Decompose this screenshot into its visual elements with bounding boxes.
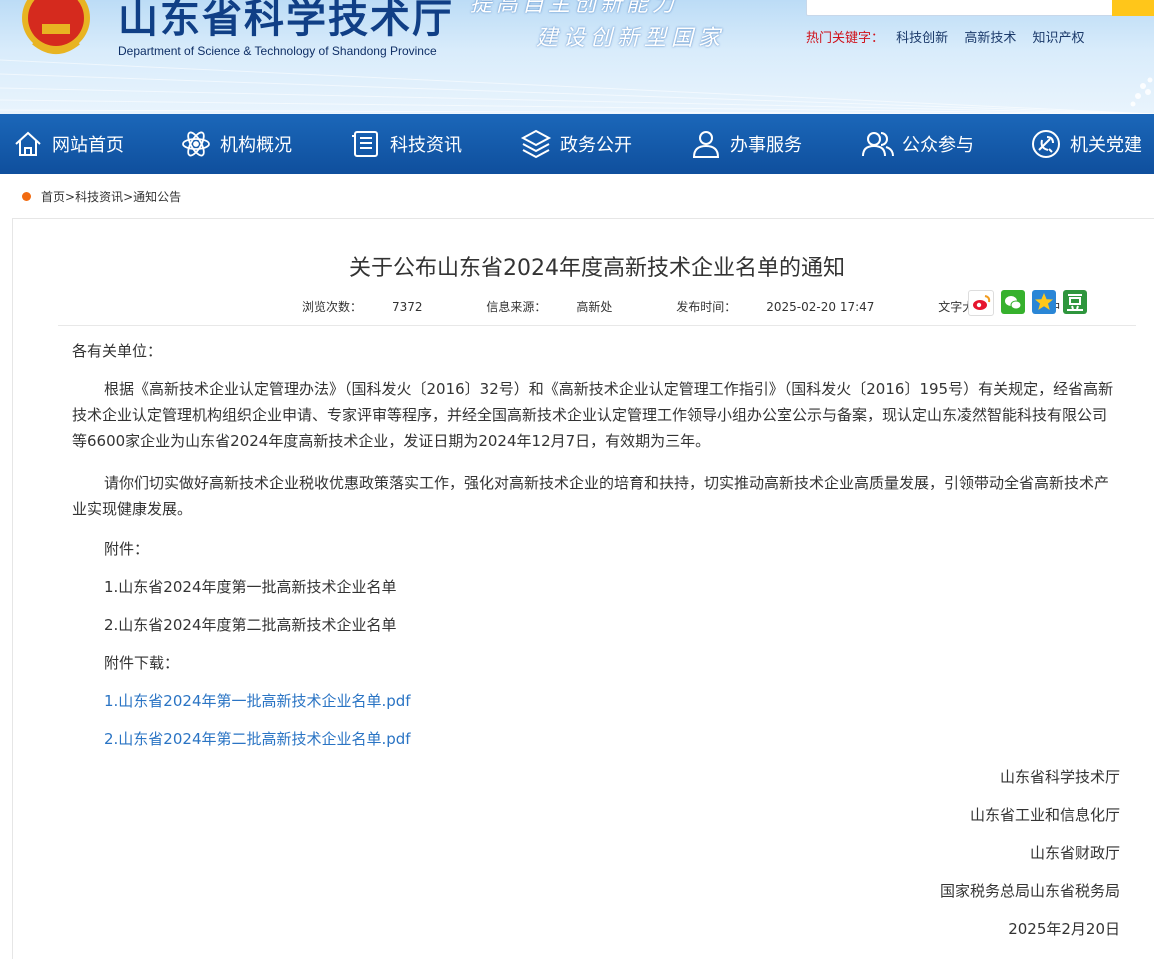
party-icon <box>1032 130 1060 158</box>
hot-keywords: 热门关键字： 科技创新 高新技术 知识产权 <box>806 27 1096 46</box>
nav-item-label: 机构概况 <box>220 135 292 156</box>
signature-issuer: 山东省科学技术厅 <box>999 768 1120 786</box>
hot-keyword-link[interactable]: 科技创新 <box>896 31 948 46</box>
download-link[interactable]: 1.山东省2024年第一批高新技术企业名单.pdf <box>104 688 411 714</box>
news-icon <box>352 131 378 157</box>
search-input[interactable] <box>806 0 1114 16</box>
search-button[interactable] <box>1112 0 1154 16</box>
signature-issuer: 山东省财政厅 <box>1029 844 1120 862</box>
nav-item-label: 办事服务 <box>730 135 802 156</box>
douban-icon[interactable] <box>1063 290 1087 314</box>
paragraph: 请你们切实做好高新技术企业税收优惠政策落实工作，强化对高新技术企业的培育和扶持，… <box>72 474 1110 518</box>
signature-issuer: 国家税务总局山东省税务局 <box>939 882 1120 900</box>
nav-item-about[interactable]: 机构概况 <box>180 114 292 174</box>
nav-item-services[interactable]: 办事服务 <box>690 114 802 174</box>
nav-item-label: 网站首页 <box>52 135 124 156</box>
nav-item-news[interactable]: 科技资讯 <box>350 114 462 174</box>
hot-keyword-link[interactable]: 知识产权 <box>1032 31 1084 46</box>
date-label: 发布时间： <box>676 300 737 314</box>
users-icon <box>862 132 894 157</box>
greeting: 各有关单位： <box>72 342 163 360</box>
nav-item-label: 科技资讯 <box>390 135 462 156</box>
weibo-icon[interactable] <box>968 290 994 316</box>
source-value: 高新处 <box>576 300 613 314</box>
breadcrumb-section-link[interactable]: 科技资讯 <box>75 188 123 205</box>
layers-icon <box>520 129 552 159</box>
atom-icon <box>182 131 210 157</box>
hot-keyword-link[interactable]: 高新技术 <box>964 31 1016 46</box>
downloads-label: 附件下载： <box>104 654 180 672</box>
nav-item-label: 公众参与 <box>902 135 974 156</box>
breadcrumb: 首页 > 科技资讯 > 通知公告 <box>22 188 181 205</box>
signature-date: 2025年2月20日 <box>1008 920 1120 938</box>
nav-item-label: 机关党建 <box>1070 135 1142 156</box>
breadcrumb-separator: > <box>123 189 134 204</box>
publish-date: 2025-02-20 17:47 <box>766 300 875 314</box>
views-count: 7372 <box>392 300 423 314</box>
breadcrumb-dot-icon <box>22 192 31 201</box>
site-header: 山东省科学技术厅 Department of Science & Technol… <box>0 0 1154 114</box>
download-link[interactable]: 2.山东省2024年第二批高新技术企业名单.pdf <box>104 726 411 752</box>
attachments-label: 附件： <box>104 540 150 558</box>
qzone-icon[interactable] <box>1032 290 1056 314</box>
nav-item-label: 政务公开 <box>560 135 632 156</box>
nav-item-home[interactable]: 网站首页 <box>12 114 124 174</box>
nav-item-party[interactable]: 机关党建 <box>1030 114 1142 174</box>
attachment-item: 2.山东省2024年度第二批高新技术企业名单 <box>104 616 397 634</box>
nav-item-participation[interactable]: 公众参与 <box>862 114 974 174</box>
user-icon <box>692 131 720 158</box>
site-title: 山东省科学技术厅 <box>118 0 454 42</box>
breadcrumb-home-link[interactable]: 首页 <box>41 188 65 205</box>
breadcrumb-separator: > <box>65 189 76 204</box>
title-divider <box>58 325 1136 326</box>
hot-keywords-label: 热门关键字： <box>806 31 885 46</box>
share-bar <box>968 290 1094 316</box>
article-title: 关于公布山东省2024年度高新技术企业名单的通知 <box>349 256 845 281</box>
national-emblem-icon <box>22 0 90 54</box>
views-label: 浏览次数： <box>302 300 363 314</box>
home-icon <box>15 131 41 156</box>
main-nav: 网站首页 机构概况 科技资讯 政务公开 办事服务 公众参与 机关党建 <box>0 114 1154 174</box>
slogan-line-2: 建设创新型国家 <box>536 26 726 51</box>
signature-issuer: 山东省工业和信息化厅 <box>969 806 1120 824</box>
attachment-item: 1.山东省2024年度第一批高新技术企业名单 <box>104 578 397 596</box>
paragraph: 根据《高新技术企业认定管理办法》（国科发火〔2016〕32号）和《高新技术企业认… <box>72 380 1114 450</box>
source-label: 信息来源： <box>486 300 547 314</box>
breadcrumb-current-link[interactable]: 通知公告 <box>133 188 181 205</box>
wechat-icon[interactable] <box>1001 290 1025 314</box>
slogan-line-1: 提高自主创新能力 <box>470 0 679 17</box>
site-title-english: Department of Science & Technology of Sh… <box>118 44 437 58</box>
nav-item-gov-affairs[interactable]: 政务公开 <box>520 114 632 174</box>
